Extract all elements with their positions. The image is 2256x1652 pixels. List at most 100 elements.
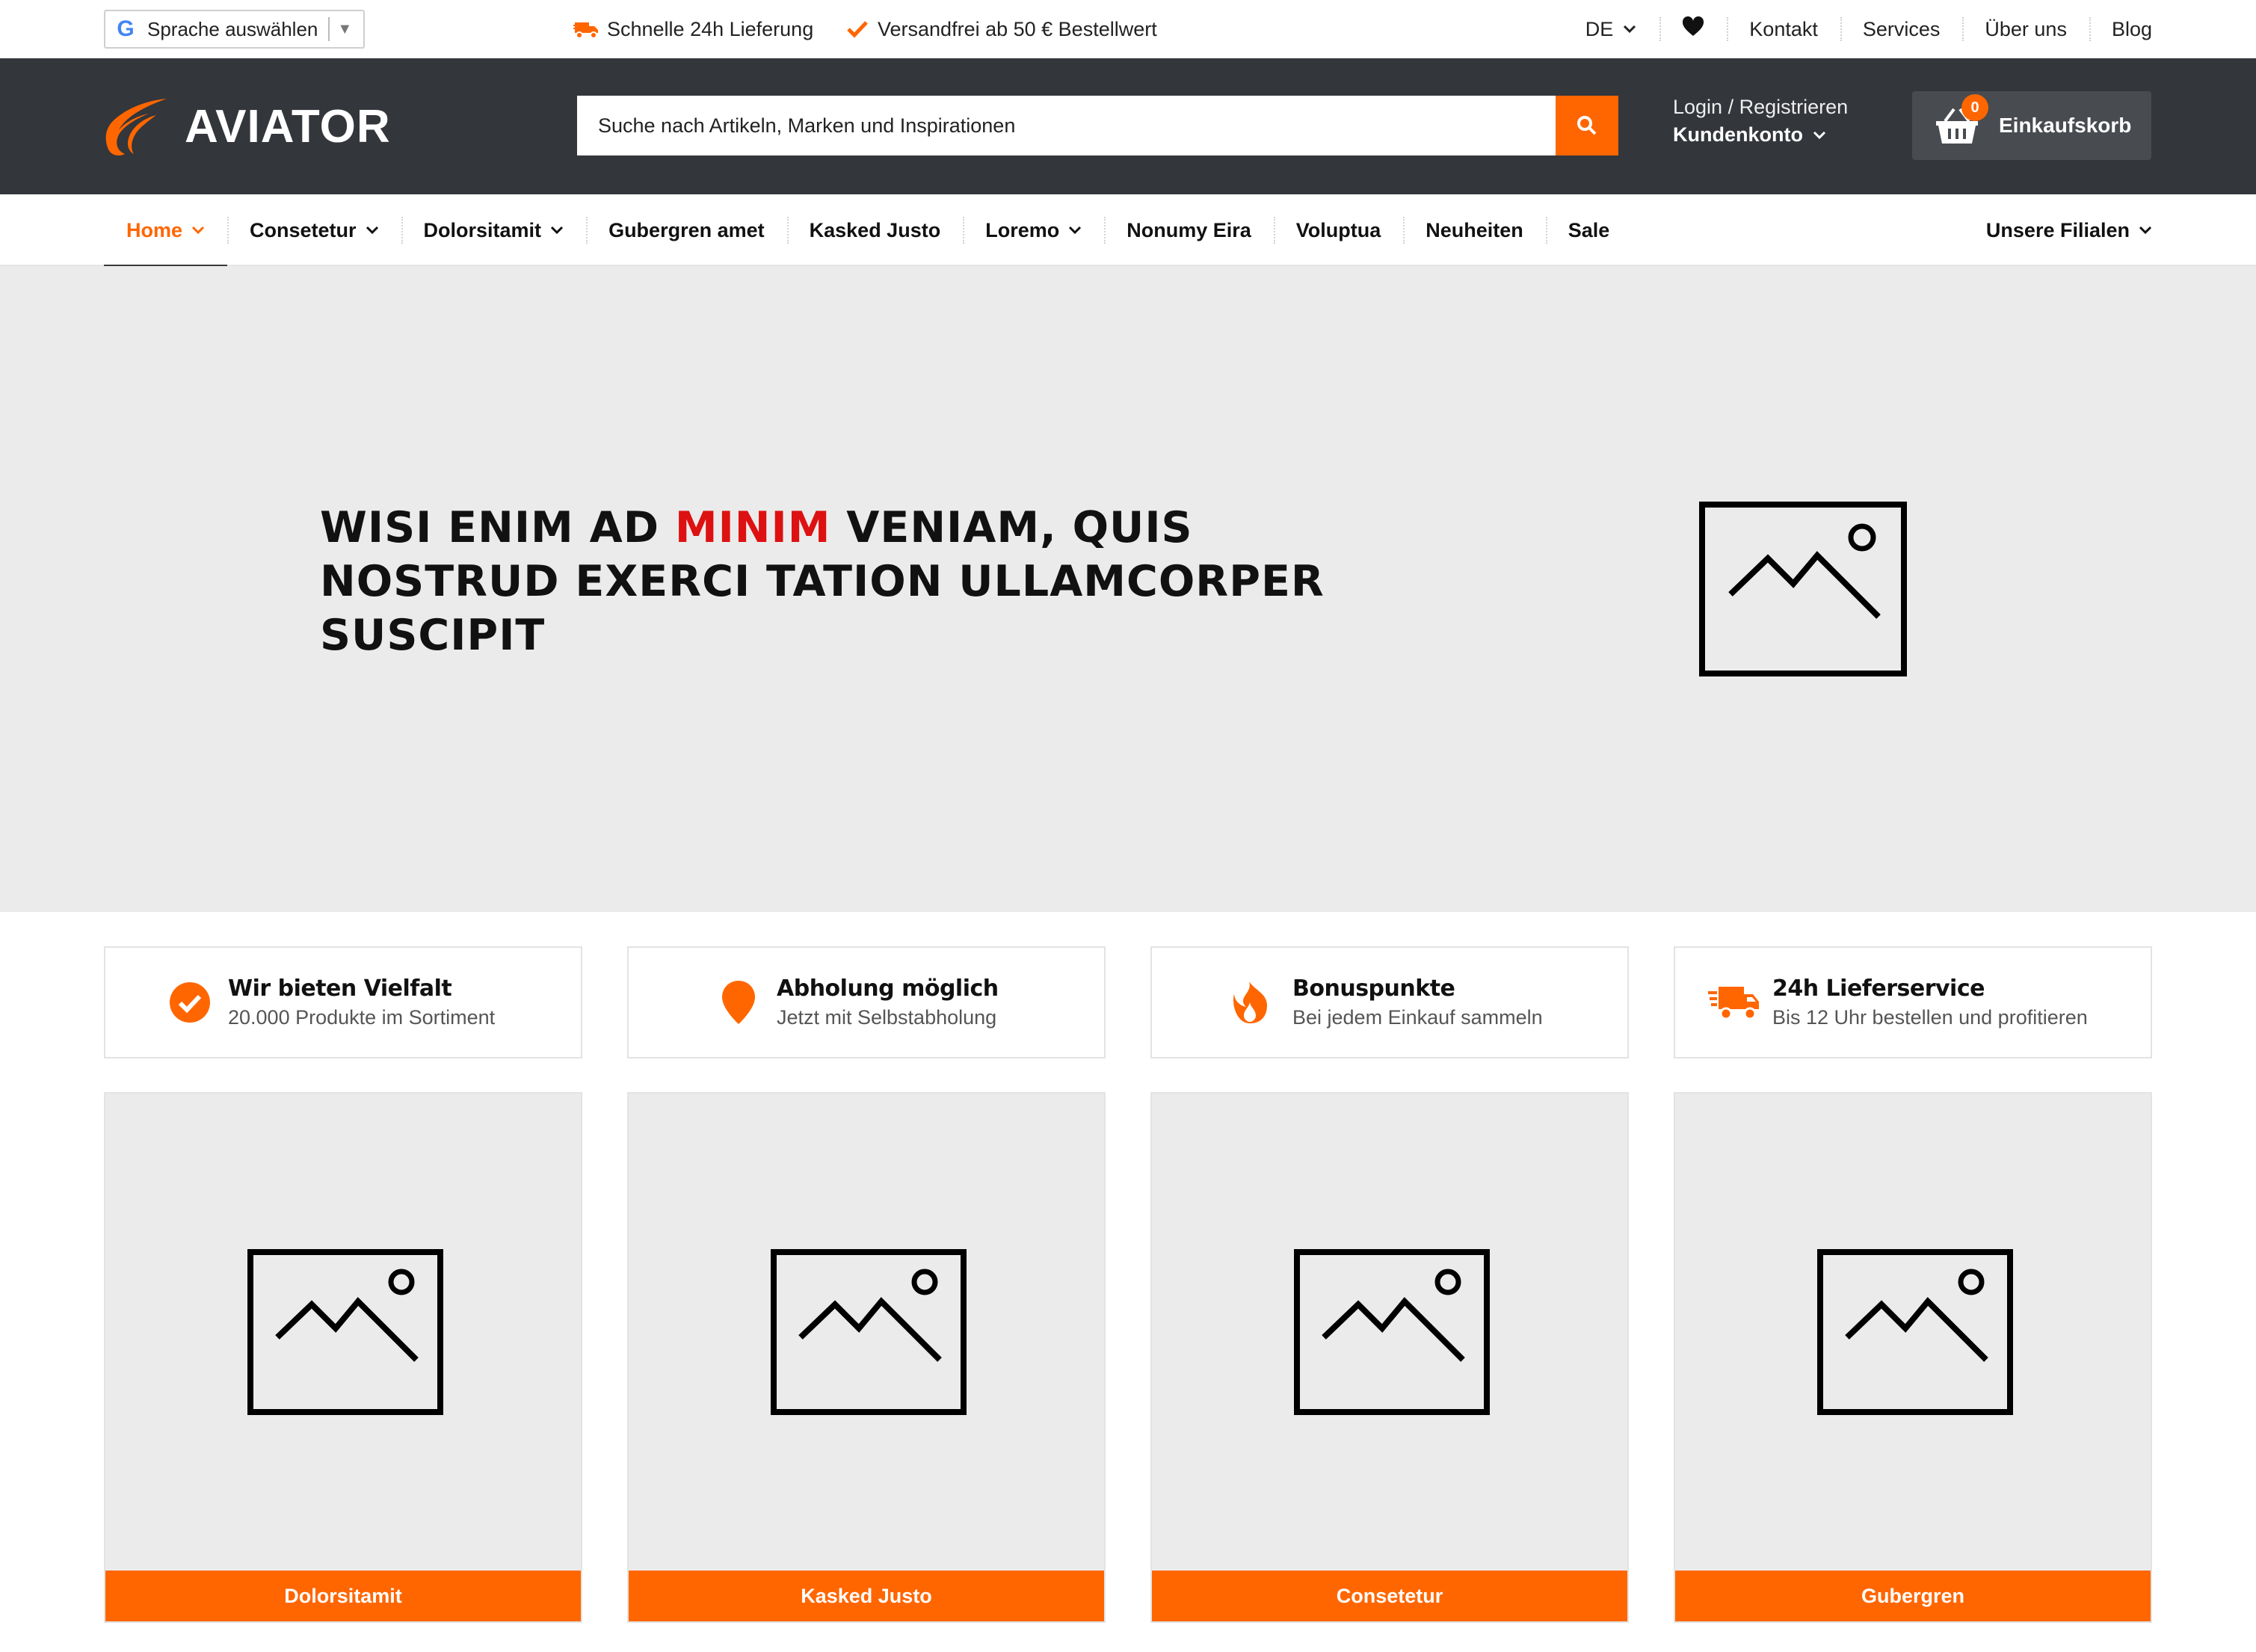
services-link[interactable]: Services bbox=[1840, 14, 1963, 44]
category-tile[interactable]: Gubergren bbox=[1674, 1092, 2152, 1623]
usp-title: Bonuspunkte bbox=[1292, 976, 1455, 1002]
category-tile-label[interactable]: Consetetur bbox=[1152, 1571, 1627, 1621]
nav-item-consetetur[interactable]: Consetetur bbox=[227, 194, 401, 266]
chevron-down-icon bbox=[191, 226, 205, 235]
customer-account-dropdown[interactable]: Kundenkonto bbox=[1673, 123, 1848, 147]
top-utility-bar: G Sprache auswählen ▼ Schnelle 24h Liefe… bbox=[0, 0, 2256, 58]
nav-item-label: Voluptua bbox=[1295, 218, 1381, 241]
top-navigation: DE Kontakt Services Über uns Blog bbox=[1563, 0, 2152, 58]
check-circle-icon bbox=[164, 976, 216, 1029]
usp-free-shipping: Versandfrei ab 50 € Bestellwert bbox=[843, 0, 1157, 58]
usp-free-shipping-text: Versandfrei ab 50 € Bestellwert bbox=[878, 17, 1157, 40]
nav-item-label: Gubergren amet bbox=[608, 218, 765, 241]
image-placeholder-icon bbox=[771, 1249, 967, 1415]
blog-link[interactable]: Blog bbox=[2089, 14, 2152, 44]
category-tile-label[interactable]: Dolorsitamit bbox=[105, 1571, 581, 1621]
basket-icon: 0 bbox=[1935, 94, 1988, 145]
nav-item-label: Home bbox=[126, 218, 183, 241]
wing-logo-icon bbox=[105, 99, 167, 155]
hero-banner[interactable]: WISI ENIM AD MINIM VENIAM, QUIS NOSTRUD … bbox=[0, 266, 2256, 912]
search-icon bbox=[1577, 116, 1597, 135]
nav-item-label: Consetetur bbox=[250, 218, 357, 241]
login-register-link[interactable]: Login / Registrieren bbox=[1673, 96, 1848, 119]
image-placeholder-icon bbox=[247, 1249, 443, 1415]
cart-button[interactable]: 0 Einkaufskorb bbox=[1912, 91, 2151, 160]
usp-box-delivery: 24h Lieferservice Bis 12 Uhr bestellen u… bbox=[1674, 946, 2152, 1058]
nav-item-nonumy-eira[interactable]: Nonumy Eira bbox=[1104, 194, 1274, 266]
hero-headline: WISI ENIM AD MINIM VENIAM, QUIS NOSTRUD … bbox=[320, 501, 1366, 662]
usp-title: 24h Lieferservice bbox=[1772, 976, 1985, 1002]
nav-item-dolorsitamit[interactable]: Dolorsitamit bbox=[401, 194, 587, 266]
site-header: AVIATOR Login / Registrieren Kundenkonto… bbox=[0, 58, 2256, 194]
category-tile[interactable]: Consetetur bbox=[1150, 1092, 1629, 1623]
language-dropdown[interactable]: DE bbox=[1563, 14, 1660, 44]
about-link[interactable]: Über uns bbox=[1962, 14, 2089, 44]
search-input[interactable] bbox=[577, 96, 1556, 155]
language-select[interactable]: G Sprache auswählen ▼ bbox=[104, 10, 365, 49]
usp-box-pickup: Abholung möglich Jetzt mit Selbstabholun… bbox=[627, 946, 1106, 1058]
category-tile[interactable]: Kasked Justo bbox=[627, 1092, 1106, 1623]
truck-icon bbox=[573, 18, 601, 40]
chevron-down-icon bbox=[366, 226, 379, 235]
hero-headline-part1: WISI ENIM AD bbox=[320, 503, 675, 552]
usp-box-variety: Wir bieten Vielfalt 20.000 Produkte im S… bbox=[104, 946, 582, 1058]
image-placeholder-icon bbox=[1699, 502, 1907, 676]
nav-item-label: Dolorsitamit bbox=[423, 218, 542, 241]
usp-subtitle: 20.000 Produkte im Sortiment bbox=[228, 1006, 496, 1029]
nav-item-home[interactable]: Home bbox=[104, 194, 228, 268]
stores-dropdown[interactable]: Unsere Filialen bbox=[1986, 194, 2152, 266]
usp-row: Wir bieten Vielfalt 20.000 Produkte im S… bbox=[104, 946, 2152, 1058]
image-placeholder-icon bbox=[1817, 1249, 2013, 1415]
cart-label: Einkaufskorb bbox=[1999, 114, 2132, 137]
nav-item-neuheiten[interactable]: Neuheiten bbox=[1403, 194, 1546, 266]
chevron-down-icon bbox=[1622, 24, 1637, 34]
category-tile[interactable]: Dolorsitamit bbox=[104, 1092, 582, 1623]
category-tiles: Dolorsitamit Kasked Justo Consetetur Gub… bbox=[104, 1092, 2152, 1623]
nav-item-gubergren-amet[interactable]: Gubergren amet bbox=[586, 194, 787, 266]
hero-headline-accent: MINIM bbox=[674, 503, 831, 552]
image-placeholder-icon bbox=[1294, 1249, 1490, 1415]
usp-title: Abholung möglich bbox=[777, 976, 999, 1002]
customer-account-label: Kundenkonto bbox=[1673, 123, 1803, 146]
usp-box-bonus: Bonuspunkte Bei jedem Einkauf sammeln bbox=[1150, 946, 1629, 1058]
nav-item-label: Loremo bbox=[985, 218, 1060, 241]
nav-item-loremo[interactable]: Loremo bbox=[963, 194, 1104, 266]
chevron-down-icon bbox=[2139, 226, 2152, 235]
divider bbox=[328, 17, 330, 41]
usp-fast-delivery: Schnelle 24h Lieferung bbox=[573, 0, 813, 58]
cart-count-badge: 0 bbox=[1961, 94, 1988, 121]
nav-item-kasked-justo[interactable]: Kasked Justo bbox=[786, 194, 964, 266]
language-code: DE bbox=[1585, 17, 1614, 40]
nav-item-label: Neuheiten bbox=[1426, 218, 1523, 241]
nav-item-sale[interactable]: Sale bbox=[1545, 194, 1633, 266]
account-menu[interactable]: Login / Registrieren Kundenkonto bbox=[1673, 96, 1848, 147]
stores-label: Unsere Filialen bbox=[1985, 218, 2130, 241]
category-tile-label[interactable]: Gubergren bbox=[1675, 1571, 2151, 1621]
nav-item-label: Kasked Justo bbox=[809, 218, 941, 241]
chevron-down-icon bbox=[550, 226, 564, 235]
usp-title: Wir bieten Vielfalt bbox=[228, 976, 452, 1002]
contact-link[interactable]: Kontakt bbox=[1727, 14, 1840, 44]
usp-subtitle: Bei jedem Einkauf sammeln bbox=[1292, 1006, 1543, 1029]
google-icon: G bbox=[117, 16, 135, 41]
nav-item-voluptua[interactable]: Voluptua bbox=[1273, 194, 1403, 266]
usp-subtitle: Bis 12 Uhr bestellen und profitieren bbox=[1772, 1006, 2088, 1029]
delivery-truck-icon bbox=[1708, 976, 1760, 1029]
heart-icon bbox=[1682, 16, 1704, 43]
flame-icon bbox=[1224, 976, 1276, 1029]
nav-item-label: Sale bbox=[1568, 218, 1610, 241]
language-select-label: Sprache auswählen bbox=[147, 17, 318, 40]
brand-name: AVIATOR bbox=[185, 100, 391, 152]
category-tile-label[interactable]: Kasked Justo bbox=[629, 1571, 1104, 1621]
search-button[interactable] bbox=[1556, 96, 1618, 155]
main-navigation: Home Consetetur Dolorsitamit Gubergren a… bbox=[0, 194, 2256, 268]
chevron-down-icon bbox=[1068, 226, 1082, 235]
usp-subtitle: Jetzt mit Selbstabholung bbox=[777, 1006, 997, 1029]
chevron-down-icon bbox=[1812, 130, 1827, 141]
usp-fast-delivery-text: Schnelle 24h Lieferung bbox=[607, 17, 814, 40]
nav-item-label: Nonumy Eira bbox=[1127, 218, 1251, 241]
caret-down-icon: ▼ bbox=[337, 20, 353, 37]
logo[interactable]: AVIATOR bbox=[104, 97, 391, 155]
wishlist-link[interactable] bbox=[1659, 14, 1727, 44]
map-pin-icon bbox=[712, 976, 765, 1029]
